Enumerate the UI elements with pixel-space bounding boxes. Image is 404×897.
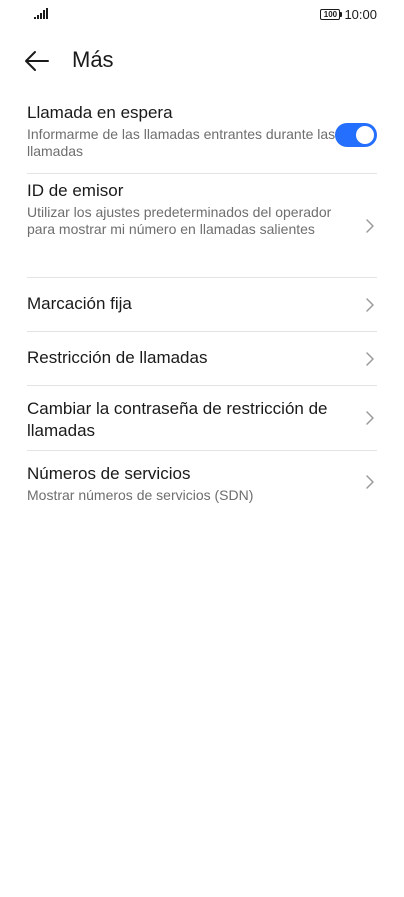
back-button[interactable] xyxy=(22,46,52,76)
chevron-right-icon xyxy=(366,411,374,425)
back-arrow-icon xyxy=(25,51,49,71)
chevron-right-icon xyxy=(366,218,374,233)
list-item-service-numbers[interactable]: Números de servicios Mostrar números de … xyxy=(27,451,377,512)
list-item-change-barring-password[interactable]: Cambiar la contraseña de restricción de … xyxy=(27,386,377,451)
item-text: Marcación fija xyxy=(27,293,337,315)
item-title: Cambiar la contraseña de restricción de … xyxy=(27,399,328,440)
status-time: 10:00 xyxy=(344,7,377,22)
item-subtitle: Mostrar números de servicios (SDN) xyxy=(27,487,254,503)
item-text: Restricción de llamadas xyxy=(27,347,337,369)
chevron-right-icon xyxy=(366,474,374,489)
item-text: ID de emisor Utilizar los ajustes predet… xyxy=(27,180,357,238)
item-subtitle: Informarme de las llamadas entrantes dur… xyxy=(27,126,336,159)
item-title: Llamada en espera xyxy=(27,103,173,122)
call-waiting-toggle[interactable] xyxy=(335,122,377,147)
status-right: 100 10:00 xyxy=(320,7,377,22)
page-title: Más xyxy=(72,47,114,72)
item-subtitle: Utilizar los ajustes predeterminados del… xyxy=(27,204,332,237)
item-title: Restricción de llamadas xyxy=(27,348,208,367)
item-title: Marcación fija xyxy=(27,294,132,313)
signal-icon xyxy=(34,8,48,19)
status-bar: 100 10:00 xyxy=(0,0,404,28)
toggle-knob xyxy=(356,125,374,144)
battery-icon: 100 xyxy=(320,9,343,20)
chevron-right-icon xyxy=(366,351,374,366)
app-bar: Más xyxy=(0,38,404,82)
settings-list: Llamada en espera Informarme de las llam… xyxy=(0,96,404,512)
item-text: Números de servicios Mostrar números de … xyxy=(27,463,337,504)
chevron-right-icon xyxy=(366,297,374,312)
list-item-fixed-dialing[interactable]: Marcación fija xyxy=(27,278,377,332)
item-text: Llamada en espera Informarme de las llam… xyxy=(27,102,337,160)
item-title: ID de emisor xyxy=(27,181,124,200)
list-item-call-waiting[interactable]: Llamada en espera Informarme de las llam… xyxy=(27,96,377,174)
list-item-caller-id[interactable]: ID de emisor Utilizar los ajustes predet… xyxy=(27,174,377,278)
item-text: Cambiar la contraseña de restricción de … xyxy=(27,398,357,442)
item-title: Números de servicios xyxy=(27,464,191,483)
list-item-call-barring[interactable]: Restricción de llamadas xyxy=(27,332,377,386)
